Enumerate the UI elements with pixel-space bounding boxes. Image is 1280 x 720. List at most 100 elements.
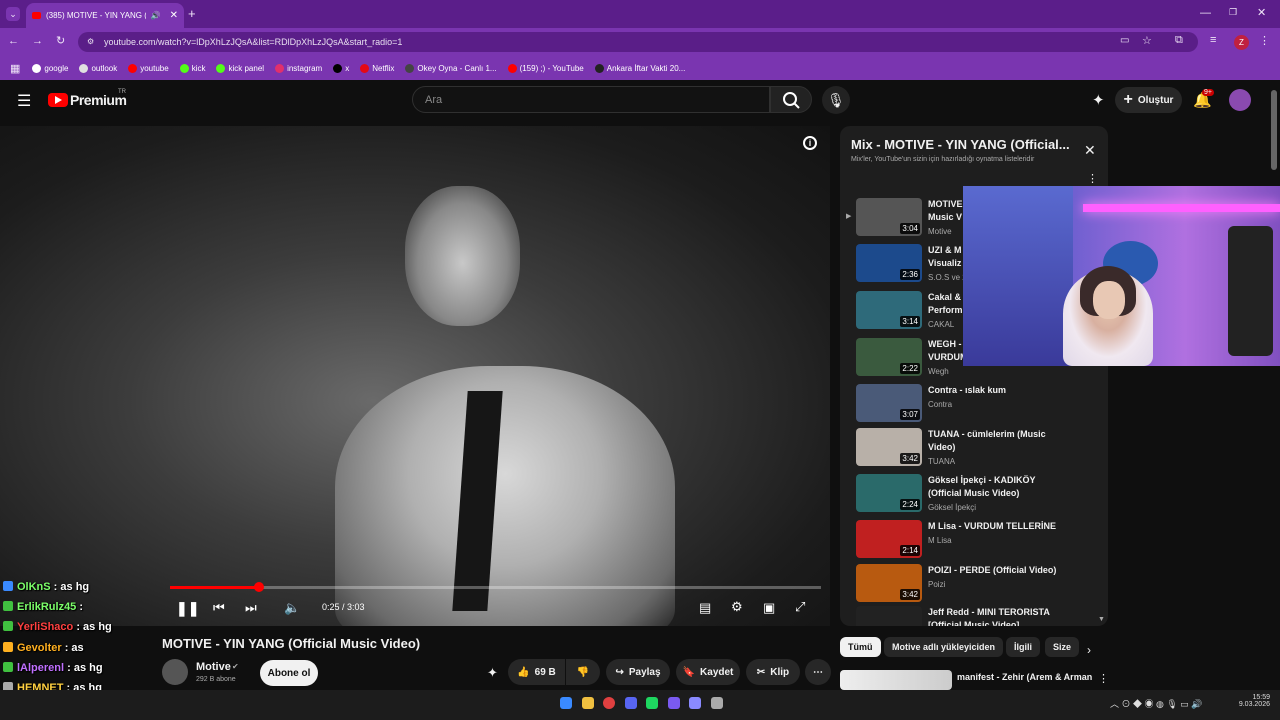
tab-active[interactable]: (385) MOTIVE - YIN YANG ( 🔊 ✕ bbox=[26, 3, 184, 28]
subscribe-button[interactable]: Abone ol bbox=[260, 660, 318, 686]
chat-username[interactable]: YerliShaco bbox=[17, 621, 73, 633]
progress-track[interactable] bbox=[170, 586, 821, 589]
dislike-button[interactable]: 👎 bbox=[566, 659, 600, 685]
forward-icon[interactable]: → bbox=[32, 35, 43, 47]
bookmark-item[interactable]: Ankara İftar Vakti 20... bbox=[594, 63, 685, 73]
close-panel-icon[interactable]: ✕ bbox=[1084, 142, 1096, 159]
more-actions-button[interactable]: ⋯ bbox=[805, 659, 831, 685]
create-button[interactable]: + Oluştur bbox=[1115, 87, 1182, 113]
app-icon[interactable] bbox=[689, 697, 701, 709]
playlist-thumbnail[interactable]: 3:07 bbox=[856, 384, 922, 422]
playlist-item[interactable]: 2:24 Göksel İpekçi - KADIKÖY (Official Mu… bbox=[856, 474, 1106, 520]
profile-avatar[interactable]: Z bbox=[1234, 35, 1249, 50]
url-field[interactable]: ⚙ youtube.com/watch?v=lDpXhLzJQsA&list=R… bbox=[78, 32, 1198, 52]
like-button[interactable]: 👍 69 B bbox=[508, 659, 565, 685]
bookmark-item[interactable]: kick bbox=[179, 63, 205, 73]
playlist-item[interactable]: 3:07 Contra - ıslak kum Contra bbox=[856, 384, 1106, 430]
site-info-icon[interactable]: ⚙ bbox=[87, 37, 94, 46]
save-button[interactable]: 🔖 Kaydet bbox=[676, 659, 740, 685]
bookmark-item[interactable]: kick panel bbox=[216, 63, 264, 73]
minimize-icon[interactable]: — bbox=[1200, 7, 1211, 19]
start-icon[interactable] bbox=[560, 697, 572, 709]
playlist-thumbnail[interactable]: 2:22 bbox=[856, 338, 922, 376]
youtube-logo-icon[interactable] bbox=[48, 93, 68, 107]
media-icon[interactable]: ≡ bbox=[1210, 34, 1216, 46]
volume-icon[interactable]: 🔈 bbox=[284, 600, 300, 616]
cast-icon[interactable]: ▭ bbox=[1120, 35, 1129, 46]
playlist-thumbnail[interactable]: 3:42 bbox=[856, 428, 922, 466]
miniplayer-icon[interactable]: ▣ bbox=[763, 600, 775, 616]
magic-icon[interactable]: ✦ bbox=[487, 665, 498, 681]
back-icon[interactable]: ← bbox=[8, 35, 19, 47]
playlist-item[interactable]: 3:42 POIZI - PERDE (Official Video) Poizi bbox=[856, 564, 1106, 610]
reload-icon[interactable]: ↻ bbox=[56, 34, 65, 47]
recommended-menu-icon[interactable]: ⋮ bbox=[1098, 672, 1109, 685]
bookmark-item[interactable]: Okey Oyna - Canlı 1... bbox=[405, 63, 497, 73]
channel-avatar[interactable] bbox=[162, 659, 188, 685]
bookmark-star-icon[interactable]: ☆ bbox=[1142, 34, 1152, 47]
user-avatar[interactable] bbox=[1229, 89, 1251, 111]
subtitles-icon[interactable]: ▤ bbox=[699, 600, 711, 616]
tray-icons[interactable]: ︿ ⊙ ◆ ◉ ◍ 🎙 ▭ 🔊 bbox=[1110, 697, 1203, 710]
clip-button[interactable]: ✂ Klip bbox=[746, 659, 800, 685]
playlist-menu-icon[interactable]: ⋮ bbox=[1087, 172, 1098, 185]
chrome-icon[interactable] bbox=[603, 697, 615, 709]
apps-grid-icon[interactable]: ▦ bbox=[10, 62, 20, 75]
playlist-title[interactable]: Mix - MOTIVE - YIN YANG (Official... bbox=[851, 137, 1070, 152]
spotify-icon[interactable] bbox=[667, 697, 680, 709]
playlist-thumbnail[interactable]: 2:14 bbox=[856, 520, 922, 558]
close-window-icon[interactable]: ✕ bbox=[1257, 6, 1266, 19]
voice-search-icon[interactable]: 🎙 bbox=[822, 86, 850, 114]
recommended-title[interactable]: manifest - Zehir (Arem & Arman bbox=[957, 672, 1092, 682]
progress-scrubber[interactable] bbox=[254, 582, 265, 592]
audio-icon[interactable]: 🔊 bbox=[151, 11, 161, 20]
chat-username[interactable]: lAlperenl bbox=[17, 662, 64, 674]
extensions-icon[interactable]: ⧉ bbox=[1175, 34, 1183, 47]
scroll-down-icon[interactable]: ▼ bbox=[1098, 616, 1105, 623]
settings-icon[interactable]: ⚙ bbox=[731, 599, 743, 615]
playlist-thumbnail[interactable]: 3:04 bbox=[856, 198, 922, 236]
video-player[interactable]: i ❚❚ ⏮ ⏭ 🔈 0:25 / 3:03 ▤ ⚙ ▣ ⤢ bbox=[0, 126, 830, 626]
new-tab-icon[interactable]: + bbox=[188, 6, 196, 21]
tab-search-icon[interactable]: ⌄ bbox=[6, 7, 20, 21]
create-plus-icon[interactable]: ✦ bbox=[1092, 91, 1105, 109]
fullscreen-icon[interactable]: ⤢ bbox=[795, 599, 805, 615]
chips-next-icon[interactable]: › bbox=[1087, 643, 1091, 657]
bookmark-item[interactable]: instagram bbox=[275, 63, 322, 73]
playlist-thumbnail[interactable] bbox=[856, 606, 922, 626]
playlist-thumbnail[interactable]: 2:24 bbox=[856, 474, 922, 512]
bookmark-item[interactable]: x bbox=[333, 63, 349, 73]
channel-name[interactable]: Motive bbox=[196, 661, 231, 673]
page-scrollbar[interactable] bbox=[1271, 90, 1277, 170]
filter-chip[interactable]: Size bbox=[1045, 637, 1080, 657]
file-explorer-icon[interactable] bbox=[581, 697, 594, 709]
playlist-thumbnail[interactable]: 3:42 bbox=[856, 564, 922, 602]
playlist-item[interactable]: 2:14 M Lisa - VURDUM TELLERİNE M Lisa bbox=[856, 520, 1106, 566]
search-input[interactable]: Ara bbox=[412, 86, 770, 113]
discord-icon[interactable] bbox=[646, 697, 658, 709]
filter-chip[interactable]: İlgili bbox=[1006, 637, 1040, 657]
close-tab-icon[interactable]: ✕ bbox=[170, 10, 178, 21]
restore-icon[interactable]: ❐ bbox=[1229, 7, 1237, 18]
pause-icon[interactable]: ❚❚ bbox=[176, 600, 199, 617]
filter-chip[interactable]: Tümü bbox=[840, 637, 881, 657]
steam-icon[interactable] bbox=[624, 697, 637, 709]
bookmark-item[interactable]: (159) ;) - YouTube bbox=[507, 63, 584, 73]
hamburger-menu-icon[interactable]: ☰ bbox=[17, 91, 31, 111]
recommended-thumbnail[interactable] bbox=[840, 670, 952, 690]
clock[interactable]: 15:59 9.03.2026 bbox=[1232, 694, 1270, 708]
previous-icon[interactable]: ⏮ bbox=[213, 600, 225, 616]
filter-chip[interactable]: Motive adlı yükleyiciden bbox=[884, 637, 1004, 657]
chat-username[interactable]: OlKnS bbox=[17, 581, 51, 593]
chat-username[interactable]: ErlikRulz45 bbox=[17, 601, 76, 613]
bookmark-item[interactable]: outlook bbox=[79, 63, 117, 73]
info-icon[interactable]: i bbox=[803, 136, 817, 150]
playlist-thumbnail[interactable]: 3:14 bbox=[856, 291, 922, 329]
playlist-item[interactable]: 3:42 TUANA - cümlelerim (Music Video) TUAN… bbox=[856, 428, 1106, 474]
settings-icon[interactable] bbox=[710, 697, 723, 709]
bookmark-item[interactable]: youtube bbox=[128, 63, 169, 73]
browser-menu-icon[interactable]: ⋮ bbox=[1259, 34, 1270, 47]
search-button[interactable] bbox=[770, 86, 812, 113]
bookmark-item[interactable]: google bbox=[32, 63, 68, 73]
playlist-item[interactable]: Jeff Redd - MINI TERORISTA [Official Mus… bbox=[856, 606, 1106, 626]
